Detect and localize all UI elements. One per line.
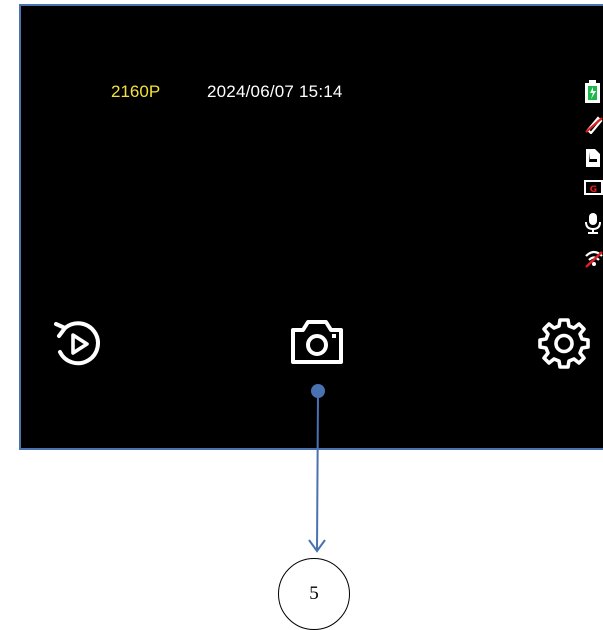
callout-number: 5 <box>309 583 319 604</box>
callout-pointer <box>308 384 326 553</box>
callout-marker: 5 <box>278 558 350 630</box>
